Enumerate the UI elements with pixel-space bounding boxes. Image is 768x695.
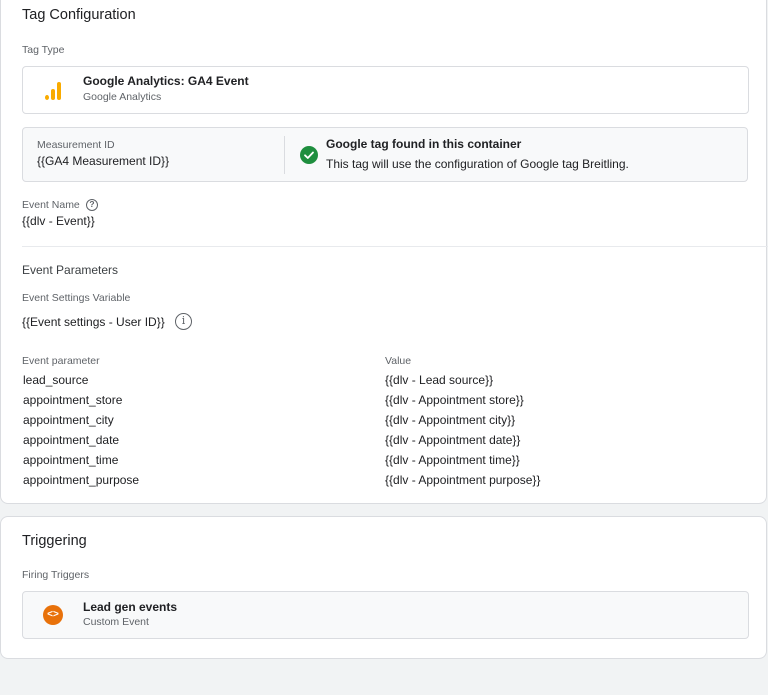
event-parameters-title: Event Parameters: [22, 263, 119, 277]
parameter-name: appointment_city: [23, 413, 114, 427]
google-tag-status-title: Google tag found in this container: [326, 137, 522, 151]
measurement-id-label: Measurement ID: [37, 139, 115, 151]
table-row: appointment_time {{dlv - Appointment tim…: [22, 453, 582, 473]
check-circle-icon: [300, 146, 318, 164]
column-header-value: Value: [385, 355, 412, 367]
triggering-card: Triggering Firing Triggers <> Lead gen e…: [0, 516, 767, 659]
trigger-item[interactable]: <> Lead gen events Custom Event: [22, 591, 749, 639]
help-icon[interactable]: ?: [86, 199, 98, 211]
table-row: appointment_store {{dlv - Appointment st…: [22, 393, 582, 413]
parameter-name: appointment_time: [23, 453, 119, 467]
info-icon[interactable]: i: [175, 313, 192, 330]
triggering-title: Triggering: [22, 533, 87, 549]
table-row: appointment_purpose {{dlv - Appointment …: [22, 473, 582, 493]
tag-configuration-title: Tag Configuration: [22, 7, 136, 23]
parameter-name: appointment_date: [23, 433, 120, 447]
trigger-name: Lead gen events: [83, 600, 178, 614]
column-header-parameter: Event parameter: [22, 355, 100, 367]
firing-triggers-label: Firing Triggers: [22, 569, 90, 581]
panel-divider: [284, 136, 285, 174]
tag-configuration-card: Tag Configuration Tag Type Google Analyt…: [0, 0, 768, 504]
tag-type-subtitle: Google Analytics: [83, 91, 162, 103]
event-settings-variable-value[interactable]: {{Event settings - User ID}}: [22, 315, 165, 329]
parameter-name: lead_source: [23, 373, 89, 387]
section-divider: [22, 246, 768, 247]
table-row: appointment_date {{dlv - Appointment dat…: [22, 433, 582, 453]
code-brackets-icon: <>: [43, 605, 63, 625]
parameter-value: {{dlv - Appointment time}}: [385, 453, 520, 467]
tag-type-name: Google Analytics: GA4 Event: [83, 74, 249, 88]
tag-type-selector[interactable]: Google Analytics: GA4 Event Google Analy…: [22, 66, 749, 114]
parameter-value: {{dlv - Appointment purpose}}: [385, 473, 541, 487]
parameter-value: {{dlv - Appointment date}}: [385, 433, 521, 447]
event-name-label: Event Name: [22, 199, 80, 211]
trigger-type: Custom Event: [83, 616, 149, 628]
table-row: lead_source {{dlv - Lead source}}: [22, 373, 582, 393]
table-row: appointment_city {{dlv - Appointment cit…: [22, 413, 582, 433]
google-tag-status-message: This tag will use the configuration of G…: [326, 157, 629, 171]
parameter-name: appointment_purpose: [23, 473, 140, 487]
event-name-value[interactable]: {{dlv - Event}}: [22, 214, 95, 228]
measurement-id-panel: Measurement ID {{GA4 Measurement ID}} Go…: [22, 127, 748, 182]
tag-type-label: Tag Type: [22, 44, 65, 56]
event-settings-variable-label: Event Settings Variable: [22, 292, 131, 304]
parameter-name: appointment_store: [23, 393, 123, 407]
parameter-value: {{dlv - Appointment city}}: [385, 413, 516, 427]
measurement-id-value[interactable]: {{GA4 Measurement ID}}: [37, 154, 169, 168]
google-analytics-bars-icon: [45, 82, 61, 100]
parameter-value: {{dlv - Appointment store}}: [385, 393, 524, 407]
parameter-value: {{dlv - Lead source}}: [385, 373, 494, 387]
